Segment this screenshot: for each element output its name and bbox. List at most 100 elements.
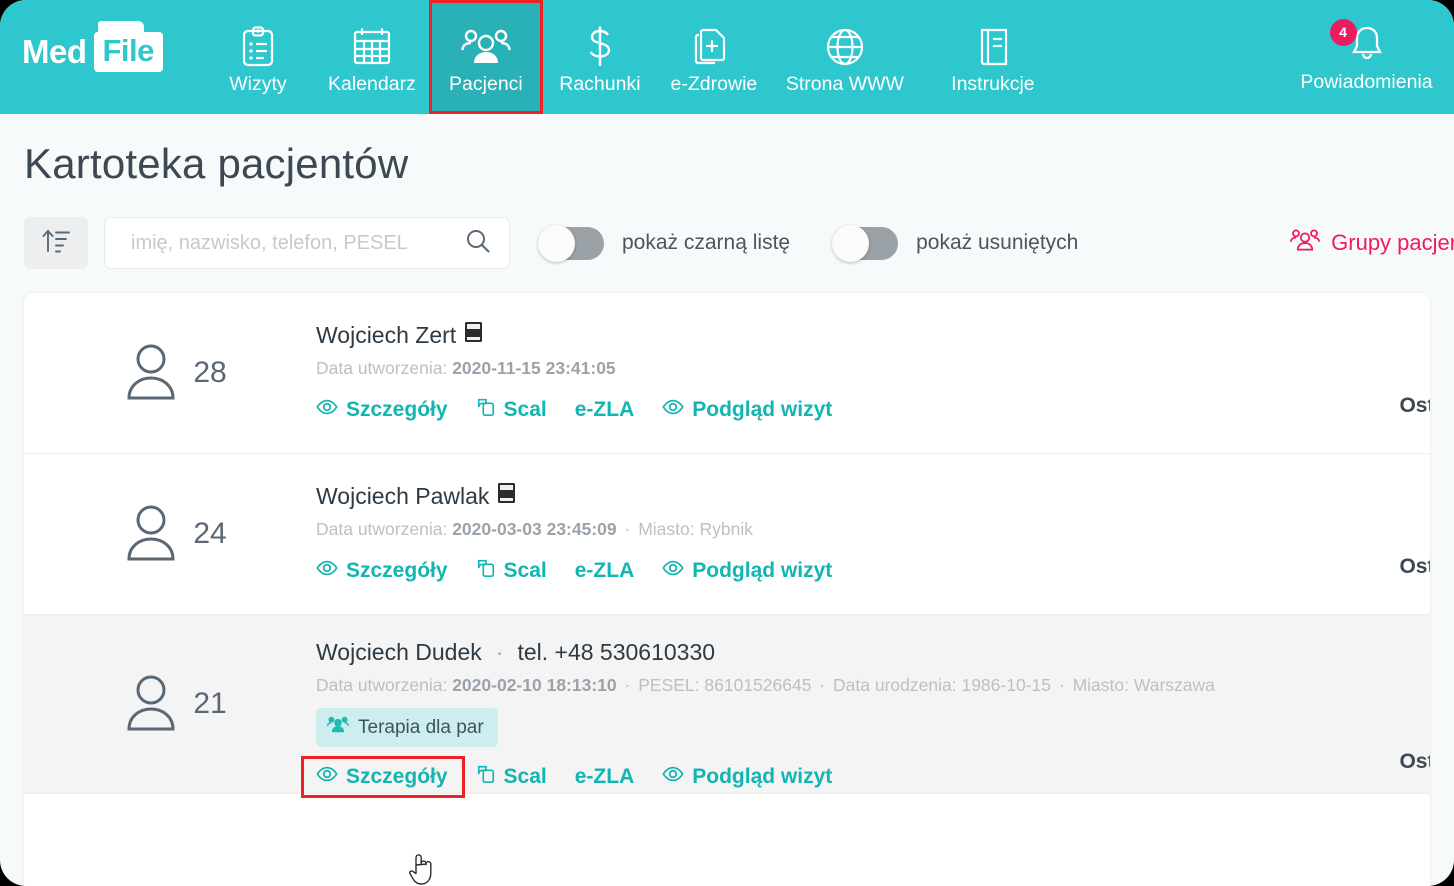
action-scal[interactable]: Scal: [476, 554, 561, 588]
patient-meta: Data utworzenia: 2020-02-10 18:13:10 · P…: [316, 675, 1430, 696]
meta-separator: ·: [624, 675, 631, 695]
patient-groups-link[interactable]: Grupy pacjen: [1290, 227, 1454, 259]
created-label: Data utworzenia:: [316, 519, 448, 539]
eye-icon: [316, 765, 338, 789]
action-scal[interactable]: Scal: [476, 760, 561, 794]
tag-row: Terapia dla par: [316, 696, 1430, 747]
patient-tag[interactable]: Terapia dla par: [316, 708, 498, 747]
toolbar: pokaż czarną listę pokaż usuniętych Grup…: [0, 215, 1454, 271]
toggle-deleted-switch[interactable]: [832, 224, 899, 262]
toggle-deleted[interactable]: pokaż usuniętych: [832, 224, 1079, 262]
bell-icon: 4: [1329, 18, 1388, 68]
meta-separator: ·: [624, 519, 631, 539]
clipboard-icon: [239, 24, 277, 70]
eye-icon: [316, 559, 338, 583]
action-podglad-wizyt[interactable]: Podgląd wizyt: [662, 555, 846, 587]
action-label: Szczegóły: [346, 559, 448, 582]
avatar-cell: 24: [24, 501, 316, 568]
patient-groups-label: Grupy pacjen: [1331, 230, 1454, 255]
avatar-cell: 21: [24, 671, 316, 738]
action-scal[interactable]: Scal: [476, 393, 561, 427]
action-e-zla[interactable]: e-ZLA: [575, 761, 649, 793]
toggle-deleted-label: pokaż usuniętych: [916, 231, 1079, 254]
toggle-blacklist-switch[interactable]: [538, 224, 604, 262]
nav-item-strona-www[interactable]: Strona WWW: [771, 0, 919, 114]
sort-button[interactable]: [24, 217, 88, 269]
created-value: 2020-11-15 23:41:05: [452, 358, 616, 378]
action-label: Scal: [503, 765, 547, 788]
patient-meta: Data utworzenia: 2020-03-03 23:45:09 · M…: [316, 519, 1430, 540]
toggle-blacklist[interactable]: pokaż czarną listę: [538, 224, 790, 262]
search-input[interactable]: [129, 230, 453, 256]
app-logo[interactable]: Med File: [0, 0, 173, 114]
created-value: 2020-03-03 23:45:09: [452, 519, 617, 539]
birth-value: 1986-10-15: [961, 675, 1051, 695]
table-row[interactable]: 24 Wojciech Pawlak Data utworzenia: 2020…: [24, 454, 1430, 615]
nav-item-wizyty[interactable]: Wizyty: [201, 0, 315, 114]
action-e-zla[interactable]: e-ZLA: [575, 555, 649, 587]
action-szczegoly[interactable]: Szczegóły: [316, 555, 462, 587]
merge-copy-icon: [476, 558, 496, 584]
nav-item-e-zdrowie[interactable]: e-Zdrowie: [657, 0, 771, 114]
globe-icon: [824, 24, 866, 70]
toggle-deleted-knob: [832, 224, 870, 262]
table-row[interactable]: 21 Wojciech Dudek · tel. +48 530610330 D…: [24, 615, 1430, 798]
nav-label-powiadomienia: Powiadomienia: [1300, 70, 1433, 93]
nav-item-rachunki[interactable]: Rachunki: [543, 0, 657, 114]
patient-count: 24: [193, 517, 227, 550]
meta-separator: ·: [1058, 675, 1065, 695]
patient-name: Wojciech Pawlak: [316, 482, 490, 509]
nav-item-kalendarz[interactable]: Kalendarz: [315, 0, 429, 114]
action-label: Podgląd wizyt: [692, 765, 833, 788]
patients-icon: [461, 24, 511, 70]
patient-record-book-icon: [497, 482, 517, 510]
meta-separator: ·: [819, 675, 826, 695]
action-label: e-ZLA: [574, 765, 635, 788]
action-podglad-wizyt[interactable]: Podgląd wizyt: [662, 761, 846, 793]
notifications-button[interactable]: 4 Powiadomienia: [1279, 0, 1454, 114]
action-e-zla[interactable]: e-ZLA: [575, 394, 649, 426]
action-label: e-ZLA: [574, 398, 635, 421]
patient-phone: tel. +48 530610330: [517, 639, 716, 665]
logo-text-file: File: [93, 32, 163, 72]
eye-icon: [662, 559, 684, 583]
name-separator: ·: [495, 639, 504, 665]
top-navigation-bar: Med File Wizyty Kalendarz Pacjenci Rachu…: [0, 0, 1454, 114]
patients-icon: [1290, 227, 1321, 259]
person-icon: [123, 671, 179, 738]
nav-label-instrukcje: Instrukcje: [951, 72, 1035, 95]
city-label: Miasto:: [638, 519, 695, 539]
patient-info: Wojciech Zert Data utworzenia: 2020-11-1…: [316, 293, 1430, 427]
nav-item-instrukcje[interactable]: Instrukcje: [919, 0, 1067, 114]
patient-info: Wojciech Pawlak Data utworzenia: 2020-03…: [316, 454, 1430, 588]
nav-items: Wizyty Kalendarz Pacjenci Rachunki e-Zdr…: [201, 0, 1067, 114]
nav-label-wizyty: Wizyty: [229, 72, 287, 95]
patient-name: Wojciech Zert: [316, 321, 457, 348]
last-visit-label: Ostatnia wiz: [1399, 750, 1430, 773]
patient-name: Wojciech Dudek: [316, 639, 482, 665]
action-szczegoly[interactable]: Szczegóły: [301, 756, 465, 798]
action-label: Scal: [503, 398, 547, 421]
logo-text-med: Med: [22, 33, 87, 70]
notification-badge: 4: [1329, 18, 1357, 46]
table-row[interactable]: 28 Wojciech Zert Data utworzenia: 2020-1…: [24, 293, 1430, 454]
action-podglad-wizyt[interactable]: Podgląd wizyt: [662, 394, 846, 426]
row-actions: Szczegóły Scal e-ZLA Podgląd wizyt: [316, 393, 1430, 427]
created-value: 2020-02-10 18:13:10: [452, 675, 617, 695]
nav-item-pacjenci[interactable]: Pacjenci: [428, 0, 543, 114]
sort-ascending-icon: [41, 227, 71, 260]
pesel-label: PESEL:: [638, 675, 700, 695]
e-health-icon: [694, 24, 734, 70]
book-icon: [974, 24, 1012, 70]
dollar-icon: [583, 24, 617, 70]
search-icon[interactable]: [465, 228, 491, 259]
city-value: Rybnik: [699, 519, 754, 539]
birth-label: Data urodzenia:: [833, 675, 957, 695]
row-actions: Szczegóły Scal e-ZLA Podgląd wizyt: [316, 554, 1430, 588]
action-szczegoly[interactable]: Szczegóły: [316, 394, 462, 426]
action-label: Szczegóły: [346, 398, 448, 421]
page-title: Kartoteka pacjentów: [24, 140, 409, 187]
search-box[interactable]: [104, 217, 510, 269]
patient-count: 28: [193, 356, 227, 389]
action-label: Szczegóły: [346, 765, 448, 788]
